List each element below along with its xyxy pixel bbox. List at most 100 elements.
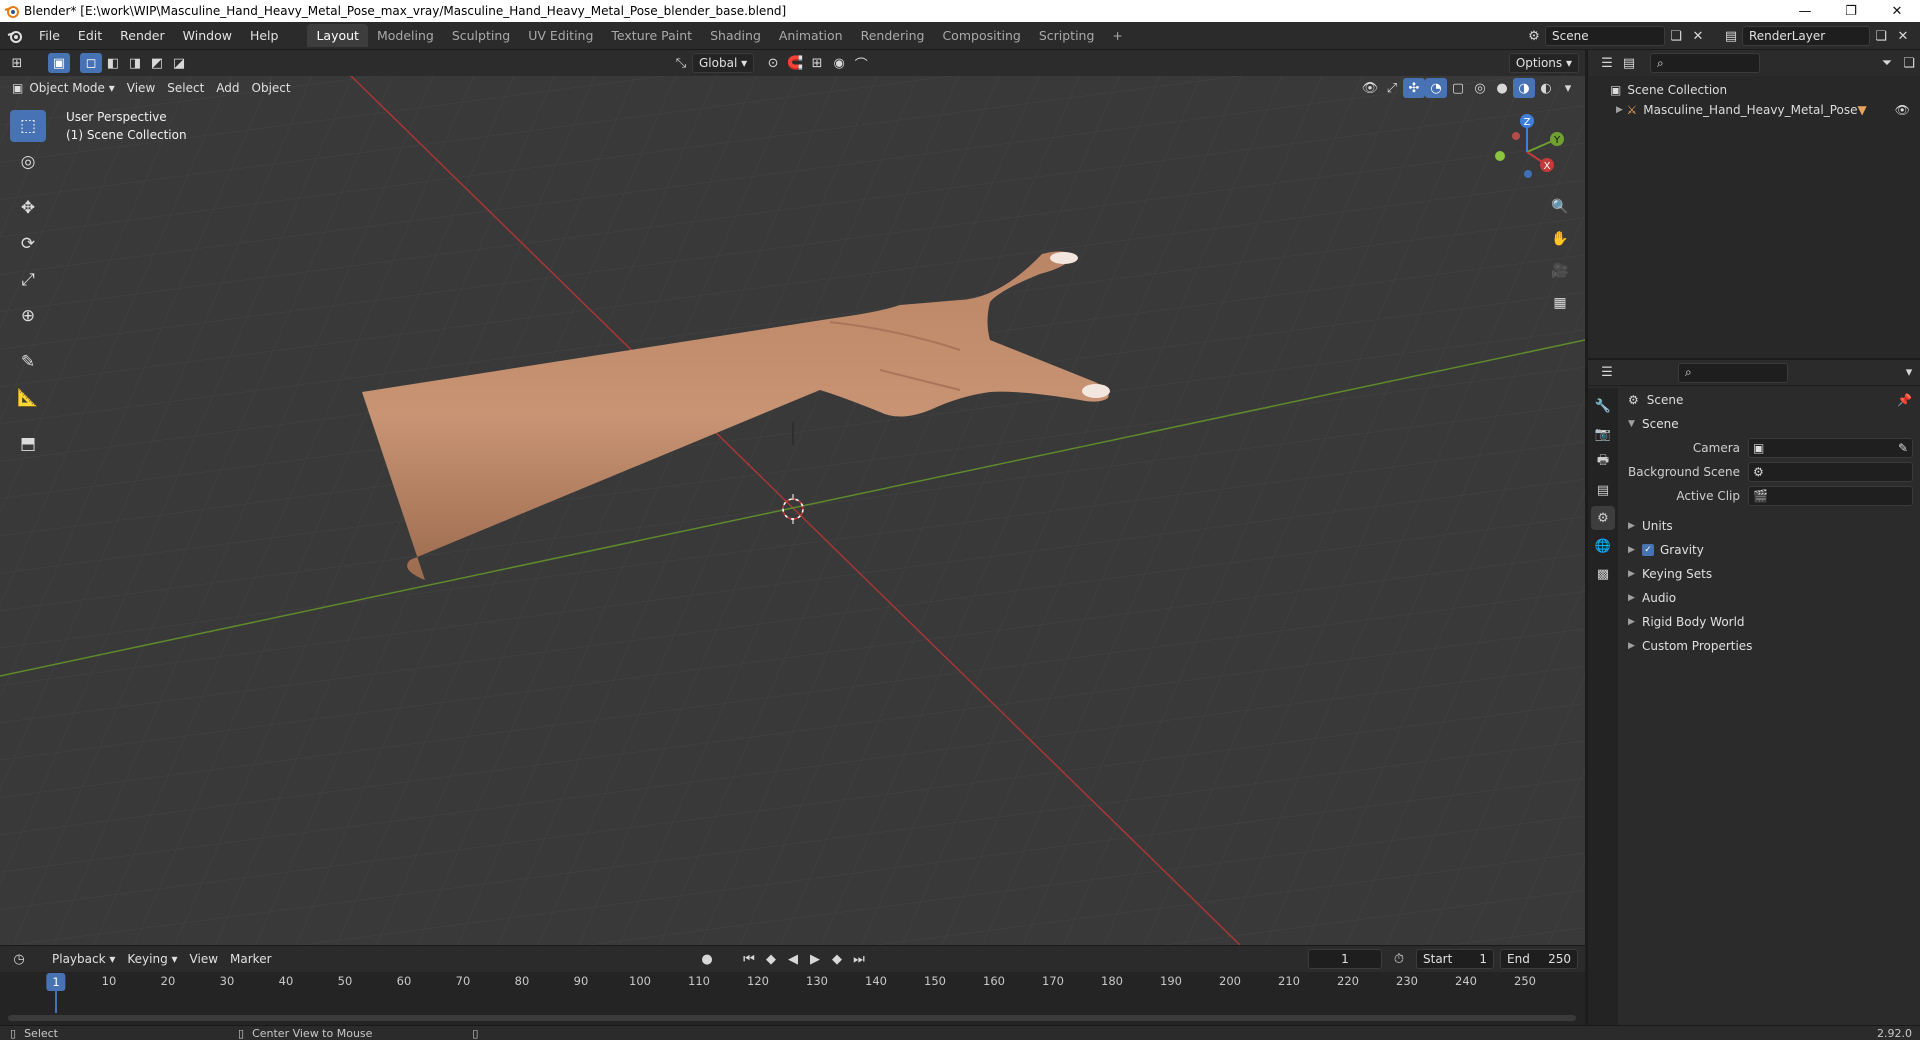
add-workspace-button[interactable]: + [1103, 24, 1131, 47]
pan-hand-icon[interactable]: ✋ [1547, 226, 1573, 252]
select-mode-invert-icon[interactable]: ◩ [146, 53, 168, 73]
outliner-scene-collection[interactable]: ▣ Scene Collection [1588, 80, 1920, 100]
menu-file[interactable]: File [30, 28, 69, 43]
snap-target-icon[interactable]: ⊞ [806, 53, 828, 73]
eyedropper-icon[interactable]: ✎ [1898, 441, 1908, 455]
pivot-point-icon[interactable]: ⊙ [762, 53, 784, 73]
world-tab-icon[interactable]: 🌐 [1591, 534, 1615, 558]
play-icon[interactable]: ▶ [804, 949, 826, 969]
rigid-body-world-panel-header[interactable]: ▶ Rigid Body World [1620, 610, 1920, 634]
expand-arrow-icon[interactable]: ▶ [1616, 105, 1626, 115]
select-mode-intersect-icon[interactable]: ◪ [168, 53, 190, 73]
tab-animation[interactable]: Animation [770, 24, 852, 47]
display-mode-icon[interactable]: ▤ [1618, 53, 1640, 73]
editor-type-icon[interactable]: ⊞ [6, 53, 28, 73]
tab-compositing[interactable]: Compositing [933, 24, 1029, 47]
viewport-menu-object[interactable]: Object [246, 78, 297, 98]
new-render-layer-icon[interactable]: ❏ [1870, 26, 1892, 46]
timeline-editor-type-icon[interactable]: ◷ [8, 949, 30, 969]
view-layer-tab-icon[interactable]: ▤ [1591, 478, 1615, 502]
tab-shading[interactable]: Shading [701, 24, 770, 47]
cursor-tool-icon[interactable]: ◎ [10, 146, 46, 178]
new-collection-icon[interactable]: ❏ [1898, 53, 1920, 73]
shading-options-icon[interactable]: ▾ [1557, 78, 1579, 98]
units-panel-header[interactable]: ▶ Units [1620, 514, 1920, 538]
close-button[interactable]: ✕ [1874, 0, 1920, 22]
timeline-menu-playback[interactable]: Playback ▾ [46, 949, 121, 969]
tab-modeling[interactable]: Modeling [368, 24, 443, 47]
measure-tool-icon[interactable]: 📐 [10, 382, 46, 414]
blender-menu-icon[interactable] [0, 29, 30, 43]
custom-properties-panel-header[interactable]: ▶ Custom Properties [1620, 634, 1920, 658]
select-tool-icon[interactable]: ⬚ [10, 110, 46, 142]
solid-shading-icon[interactable]: ● [1491, 78, 1513, 98]
select-mode-subtract-icon[interactable]: ◨ [124, 53, 146, 73]
perspective-toggle-icon[interactable]: ▦ [1547, 290, 1573, 316]
end-frame-field[interactable]: End 250 [1500, 949, 1578, 969]
tab-uv-editing[interactable]: UV Editing [519, 24, 602, 47]
rendered-shading-icon[interactable]: ◐ [1535, 78, 1557, 98]
tab-texture-paint[interactable]: Texture Paint [602, 24, 701, 47]
material-shading-icon[interactable]: ◑ [1513, 78, 1535, 98]
delete-render-layer-icon[interactable]: ✕ [1892, 26, 1914, 46]
timeline-scrollbar[interactable] [8, 1015, 1576, 1021]
audio-panel-header[interactable]: ▶ Audio [1620, 586, 1920, 610]
render-layer-selector[interactable]: RenderLayer [1742, 26, 1870, 46]
transform-tool-icon[interactable]: ⊕ [10, 300, 46, 332]
xray-icon[interactable]: ▢ [1447, 78, 1469, 98]
next-keyframe-icon[interactable]: ◆ [826, 949, 848, 969]
texture-tab-icon[interactable]: ▩ [1591, 562, 1615, 586]
tab-scripting[interactable]: Scripting [1030, 24, 1104, 47]
current-frame-field[interactable]: 1 [1308, 949, 1382, 969]
eye-visibility-icon[interactable]: 👁 [1895, 103, 1910, 117]
delete-scene-icon[interactable]: ✕ [1687, 26, 1709, 46]
start-frame-field[interactable]: Start 1 [1416, 949, 1494, 969]
camera-view-icon[interactable]: 🎥 [1547, 258, 1573, 284]
outliner-object-row[interactable]: ▶ ⚔ Masculine_Hand_Heavy_Metal_Pose ▼ 👁 [1588, 100, 1920, 120]
scene-tab-icon[interactable]: ⚙ [1591, 506, 1615, 530]
rotate-tool-icon[interactable]: ⟳ [10, 228, 46, 260]
gizmo-toggle-icon[interactable]: ⤢ [1381, 78, 1403, 98]
viewport-menu-select[interactable]: Select [161, 78, 210, 98]
timeline-ruler[interactable]: 10 20 30 40 50 60 70 80 90 100 110 120 130 140 150 160 1… [0, 972, 1585, 1026]
properties-options-icon[interactable]: ▾ [1898, 363, 1920, 383]
move-tool-icon[interactable]: ✥ [10, 192, 46, 224]
render-tab-icon[interactable]: 📷 [1591, 422, 1615, 446]
select-mode-extend-icon[interactable]: ◧ [102, 53, 124, 73]
tool-tab-icon[interactable]: 🔧 [1591, 394, 1615, 418]
current-frame-indicator[interactable]: 1 [46, 973, 66, 991]
timeline-menu-keying[interactable]: Keying ▾ [121, 949, 183, 969]
viewport-menu-view[interactable]: View [121, 78, 161, 98]
visibility-icon[interactable]: 👁 [1359, 78, 1381, 98]
jump-end-icon[interactable]: ⏭ [848, 949, 870, 969]
output-tab-icon[interactable]: 🖶 [1591, 450, 1615, 474]
show-gizmo-icon[interactable]: ✣ [1403, 78, 1425, 98]
navigation-gizmo[interactable]: Y X Z [1477, 102, 1577, 202]
annotate-tool-icon[interactable]: ✎ [10, 346, 46, 378]
tab-layout[interactable]: Layout [307, 24, 368, 47]
properties-search-input[interactable]: ⌕ [1678, 362, 1788, 383]
menu-window[interactable]: Window [174, 28, 241, 43]
select-mode-new-icon[interactable]: ◻ [80, 53, 102, 73]
scale-tool-icon[interactable]: ⤢ [10, 264, 46, 296]
tab-sculpting[interactable]: Sculpting [443, 24, 519, 47]
filter-icon[interactable]: ⏷ [1876, 53, 1898, 73]
active-clip-field[interactable]: 🎬 [1748, 486, 1913, 506]
tab-rendering[interactable]: Rendering [852, 24, 934, 47]
record-icon[interactable]: ● [696, 949, 718, 969]
zoom-icon[interactable]: 🔍 [1547, 194, 1573, 220]
add-cube-tool-icon[interactable]: ⬒ [10, 428, 46, 460]
outliner-editor-type-icon[interactable]: ☰ [1596, 53, 1618, 73]
minimize-button[interactable]: — [1782, 0, 1828, 22]
options-dropdown[interactable]: Options ▾ [1508, 53, 1579, 73]
prev-keyframe-icon[interactable]: ◆ [760, 949, 782, 969]
background-scene-field[interactable]: ⚙ [1748, 462, 1913, 482]
scene-icon[interactable]: ⚙ [1523, 26, 1545, 46]
viewport-menu-add[interactable]: Add [210, 78, 245, 98]
transform-orientation-icon[interactable]: ⤡ [670, 53, 692, 73]
maximize-button[interactable]: ❐ [1828, 0, 1874, 22]
menu-help[interactable]: Help [241, 28, 288, 43]
proportional-falloff-icon[interactable]: ⌒ [850, 53, 872, 73]
3d-viewport[interactable]: ⊞ ▣ ◻ ◧ ◨ ◩ ◪ ⤡ Global ▾ ⊙ 🧲 ⊞ ◉ ⌒ Optio… [0, 50, 1585, 945]
preview-range-icon[interactable]: ⏱ [1388, 949, 1410, 969]
